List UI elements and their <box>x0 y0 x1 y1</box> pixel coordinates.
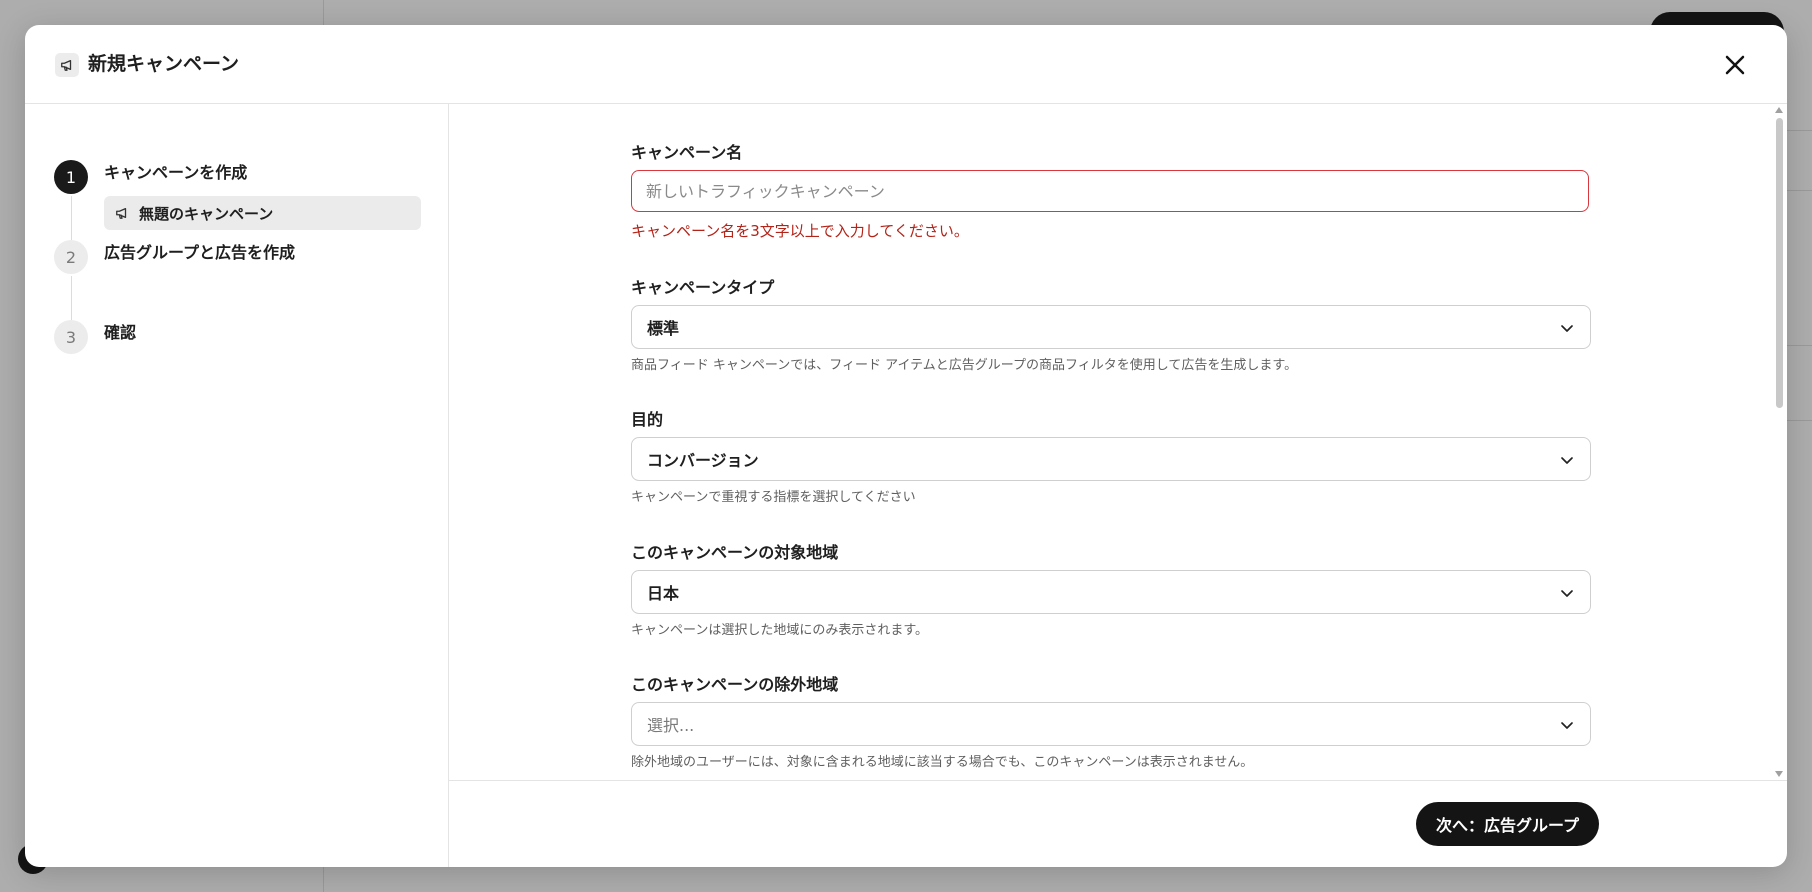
campaign-name-input[interactable] <box>631 170 1589 212</box>
scroll-up-arrow-icon[interactable] <box>1775 107 1783 113</box>
chevron-down-icon <box>1561 457 1573 464</box>
form-scrollbar[interactable] <box>1771 104 1787 780</box>
objective-value: コンバージョン <box>647 451 759 470</box>
objective-select[interactable]: コンバージョン <box>631 437 1591 481</box>
campaign-name-field: キャンペーン名 キャンペーン名を3文字以上で入力してください。 <box>631 142 1591 241</box>
megaphone-icon <box>55 53 79 77</box>
modal-footer: 次へ：広告グループ <box>449 780 1787 867</box>
sub-item-untitled-campaign[interactable]: 無題のキャンペーン <box>104 196 421 230</box>
campaign-type-field: キャンペーンタイプ 標準 商品フィード キャンペーンでは、フィード アイテムと広… <box>631 277 1591 375</box>
scroll-down-arrow-icon[interactable] <box>1775 771 1783 777</box>
step-navigation: 1 キャンペーンを作成 無題のキャンペーン 2 広告グループと広告を作成 3 確… <box>25 104 449 867</box>
campaign-type-label: キャンペーンタイプ <box>631 278 775 297</box>
excluded-regions-field: このキャンペーンの除外地域 選択... 除外地域のユーザーには、対象に含まれる地… <box>631 674 1591 772</box>
objective-field: 目的 コンバージョン キャンペーンで重視する指標を選択してください <box>631 409 1591 507</box>
megaphone-icon <box>113 204 131 222</box>
step-2-label[interactable]: 広告グループと広告を作成 <box>104 242 295 264</box>
excluded-regions-help: 除外地域のユーザーには、対象に含まれる地域に該当する場合でも、このキャンペーンは… <box>631 755 1254 770</box>
sub-item-label: 無題のキャンペーン <box>139 204 274 223</box>
step-1-label[interactable]: キャンペーンを作成 <box>104 162 247 184</box>
excluded-regions-label: このキャンペーンの除外地域 <box>631 675 839 694</box>
chevron-down-icon <box>1561 590 1573 597</box>
campaign-type-help: 商品フィード キャンペーンでは、フィード アイテムと広告グループの商品フィルタを… <box>631 358 1298 373</box>
target-regions-value: 日本 <box>647 584 680 603</box>
campaign-type-value: 標準 <box>647 319 680 338</box>
target-regions-label: このキャンペーンの対象地域 <box>631 543 839 562</box>
close-icon <box>1725 55 1745 75</box>
step-3-indicator: 3 <box>54 320 88 354</box>
excluded-regions-select[interactable]: 選択... <box>631 702 1591 746</box>
new-campaign-modal: 新規キャンペーン 1 キャンペーンを作成 無題のキャンペーン 2 広告グループと… <box>25 25 1787 867</box>
chevron-down-icon <box>1561 325 1573 332</box>
modal-header: 新規キャンペーン <box>25 25 1787 104</box>
step-2-indicator: 2 <box>54 240 88 274</box>
objective-label: 目的 <box>631 410 664 429</box>
chevron-down-icon <box>1561 722 1573 729</box>
step-1-indicator: 1 <box>54 160 88 194</box>
excluded-regions-placeholder: 選択... <box>647 716 695 735</box>
step-3-label[interactable]: 確認 <box>104 322 136 344</box>
campaign-name-label: キャンペーン名 <box>631 143 743 162</box>
modal-title: 新規キャンペーン <box>88 53 240 75</box>
campaign-type-select[interactable]: 標準 <box>631 305 1591 349</box>
campaign-name-error: キャンペーン名を3文字以上で入力してください。 <box>631 222 969 240</box>
step-connector <box>71 276 72 320</box>
close-button[interactable] <box>1719 49 1751 81</box>
target-regions-select[interactable]: 日本 <box>631 570 1591 614</box>
step-connector <box>71 196 72 240</box>
target-regions-field: このキャンペーンの対象地域 日本 キャンペーンは選択した地域にのみ表示されます。 <box>631 542 1591 640</box>
target-regions-help: キャンペーンは選択した地域にのみ表示されます。 <box>631 623 929 638</box>
campaign-form: キャンペーン名 キャンペーン名を3文字以上で入力してください。 キャンペーンタイ… <box>449 104 1787 780</box>
objective-help: キャンペーンで重視する指標を選択してください <box>631 490 916 505</box>
scrollbar-thumb[interactable] <box>1776 118 1783 408</box>
next-button[interactable]: 次へ：広告グループ <box>1415 802 1599 846</box>
